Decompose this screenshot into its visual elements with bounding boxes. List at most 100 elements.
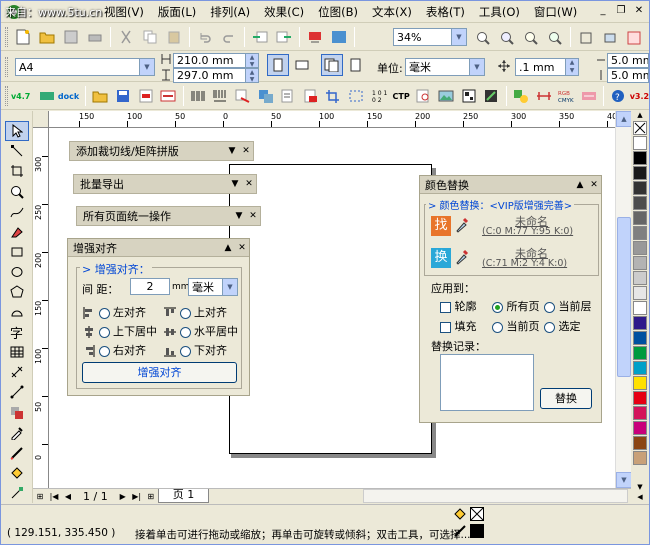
first-page-icon[interactable]: |◀	[47, 490, 61, 503]
palette-flyout-icon[interactable]: ◀	[637, 493, 642, 503]
current-layer-radio[interactable]	[544, 301, 555, 313]
crop-tool-icon[interactable]	[5, 161, 29, 181]
last-page-icon[interactable]: ▶|	[130, 490, 144, 503]
color-swatch[interactable]	[633, 421, 647, 435]
fill-tool-icon[interactable]	[5, 463, 29, 483]
application-launcher-icon[interactable]	[304, 26, 326, 48]
add-page-after-icon[interactable]: ⊞	[144, 490, 158, 503]
close-icon[interactable]: ✕	[242, 179, 256, 189]
pages-export-icon[interactable]	[278, 85, 299, 107]
align-vcenter-option[interactable]: 上下居中	[83, 323, 157, 339]
paper-size-select[interactable]: A4 ▼	[15, 58, 155, 76]
color-swatch[interactable]	[633, 286, 647, 300]
color-swatch[interactable]	[633, 436, 647, 450]
all-pages-size-button[interactable]	[321, 54, 343, 76]
close-icon[interactable]: ✕	[246, 211, 260, 221]
outline-option[interactable]: 轮廓	[440, 298, 477, 314]
next-page-icon[interactable]: ▶	[116, 490, 130, 503]
align-right-radio[interactable]	[98, 345, 110, 357]
align-panel-titlebar[interactable]: 增强对齐 ▲ ✕	[68, 239, 249, 257]
table-tool-icon[interactable]	[5, 342, 29, 362]
outline-checkbox[interactable]	[440, 301, 451, 313]
interactive-tool-icon[interactable]	[5, 402, 29, 422]
ellipse-tool-icon[interactable]	[5, 262, 29, 282]
menu-item[interactable]: 排列(A)	[203, 2, 257, 22]
align-top-option[interactable]: 上对齐	[164, 304, 227, 320]
apply-align-button[interactable]: 增强对齐	[82, 362, 237, 383]
menu-item[interactable]: 文本(X)	[365, 2, 419, 22]
zoom-selection-icon[interactable]	[544, 27, 566, 49]
color-swatch[interactable]	[633, 346, 647, 360]
image-icon[interactable]	[436, 85, 457, 107]
open-icon[interactable]	[36, 26, 58, 48]
color-swatch[interactable]	[633, 226, 647, 240]
tools-icon[interactable]	[579, 85, 600, 107]
color-swatch[interactable]	[633, 181, 647, 195]
replace-button[interactable]: 替换	[540, 388, 592, 409]
batch-export-docker[interactable]: 批量导出 ▼ ✕	[73, 174, 257, 194]
expand-icon[interactable]: ▼	[225, 146, 239, 156]
color-swatch[interactable]	[633, 256, 647, 270]
vertical-scrollbar[interactable]: ▲ ▼	[615, 111, 632, 488]
copy-icon[interactable]	[139, 26, 161, 48]
duplicate-x-input[interactable]: 5.0 mm	[607, 53, 649, 68]
dark-mode-icon[interactable]	[481, 85, 502, 107]
connector-tool-icon[interactable]	[5, 382, 29, 402]
color-swatch[interactable]	[633, 376, 647, 390]
prev-page-icon[interactable]: ◀	[61, 490, 75, 503]
zoom-fit-icon[interactable]	[520, 27, 542, 49]
help-icon[interactable]	[623, 27, 645, 49]
welcome-screen-icon[interactable]	[328, 26, 350, 48]
pdf-export-icon[interactable]	[301, 85, 322, 107]
color-swatch[interactable]	[633, 331, 647, 345]
close-icon[interactable]: ✕	[587, 180, 601, 190]
current-page-option[interactable]: 当前页	[492, 318, 540, 334]
menu-item[interactable]: 工具(O)	[472, 2, 527, 22]
text-tool-icon[interactable]: 字	[5, 322, 29, 342]
options-icon[interactable]	[599, 27, 621, 49]
expand-icon[interactable]: ▼	[228, 179, 242, 189]
menu-item[interactable]: 表格(T)	[419, 2, 472, 22]
image-export-icon[interactable]	[233, 85, 254, 107]
menu-item[interactable]: 窗口(W)	[527, 2, 584, 22]
ruler-corner[interactable]	[33, 111, 49, 128]
new-icon[interactable]	[12, 26, 34, 48]
undo-icon[interactable]	[194, 26, 216, 48]
color-swatch[interactable]	[633, 316, 647, 330]
pick-tool-icon[interactable]	[4, 121, 29, 142]
smart-fill-tool-icon[interactable]	[5, 222, 29, 242]
minimize-icon[interactable]: _	[595, 3, 611, 19]
nudge-input[interactable]: .1 mm ▲ ▼	[515, 58, 579, 76]
dotted-select-icon[interactable]	[346, 85, 367, 107]
replace-eyedropper-icon[interactable]	[455, 249, 469, 268]
crop-icon[interactable]	[323, 85, 344, 107]
close-icon[interactable]: ✕	[239, 146, 253, 156]
horizontal-ruler[interactable]: 15010050050100150200250300350400	[49, 111, 617, 128]
align-hcenter-radio[interactable]	[179, 326, 191, 338]
all-pages-radio[interactable]	[492, 301, 503, 313]
barcode-number-icon[interactable]	[210, 85, 231, 107]
crop-marks-docker[interactable]: 添加裁切线/矩阵拼版 ▼ ✕	[69, 141, 254, 161]
gms-icon[interactable]	[158, 85, 179, 107]
spacing-input[interactable]: 2	[130, 278, 170, 295]
shape-tool-icon[interactable]	[5, 141, 29, 161]
color-swatch[interactable]	[633, 451, 647, 465]
collapse-icon[interactable]: ▲	[221, 243, 235, 253]
current-page-radio[interactable]	[492, 321, 503, 333]
align-hcenter-option[interactable]: 水平居中	[164, 323, 238, 339]
basic-shapes-tool-icon[interactable]	[5, 302, 29, 322]
expand-icon[interactable]: ▼	[232, 211, 246, 221]
import-icon[interactable]	[249, 26, 271, 48]
replace-color-badge[interactable]: 换	[431, 248, 451, 268]
scroll-down-icon[interactable]: ▼	[616, 472, 632, 488]
color-swatch[interactable]	[633, 361, 647, 375]
dock-label[interactable]: dock	[58, 92, 82, 101]
menu-item[interactable]: 视图(V)	[97, 2, 151, 22]
find-color-badge[interactable]: 找	[431, 216, 451, 236]
zoom-in-icon[interactable]	[472, 27, 494, 49]
menu-item[interactable]: 版面(L)	[151, 2, 203, 22]
selection-option[interactable]: 选定	[544, 318, 581, 334]
save-icon[interactable]	[60, 26, 82, 48]
polygon-tool-icon[interactable]	[5, 282, 29, 302]
toolbar-grip[interactable]	[5, 27, 8, 47]
